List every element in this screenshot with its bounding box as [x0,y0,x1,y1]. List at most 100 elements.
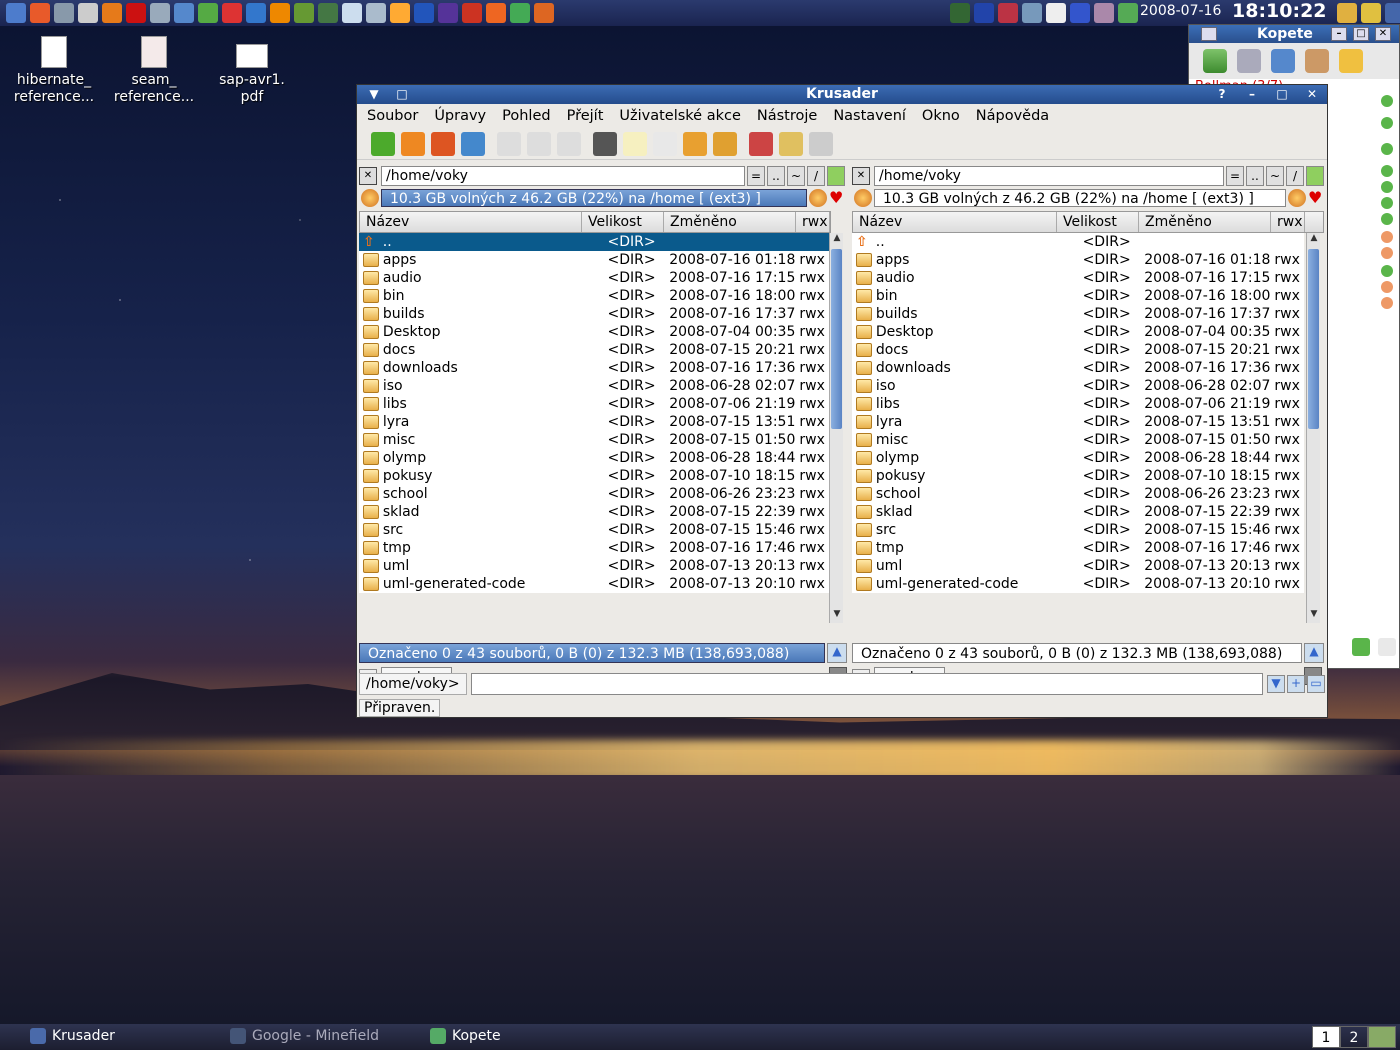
close-panel-icon[interactable]: ✕ [852,167,870,185]
desktop-icon-seam-reference[interactable]: seam_ reference... [104,36,204,106]
clock-time[interactable]: 18:10:22 [1232,0,1327,22]
penguin-icon[interactable] [486,3,506,23]
col-modified[interactable]: Změněno [1139,212,1271,232]
search-icon[interactable] [593,131,617,156]
file-row[interactable]: pokusy <DIR> 2008-07-10 18:15 rwx [359,467,829,485]
tray-battery-icon[interactable] [974,3,994,23]
help-button[interactable]: ? [1211,87,1233,101]
file-row[interactable]: builds <DIR> 2008-07-16 17:37 rwx [852,305,1304,323]
logout-icon[interactable] [1385,3,1400,23]
phone-icon[interactable] [222,3,242,23]
col-name[interactable]: Název [360,212,582,232]
col-size[interactable]: Velikost [582,212,664,232]
menu-nastroje[interactable]: Nástroje [757,108,817,124]
file-row[interactable]: Desktop <DIR> 2008-07-04 00:35 rwx [852,323,1304,341]
file-row[interactable]: libs <DIR> 2008-07-06 21:19 rwx [852,395,1304,413]
file-row[interactable]: pokusy <DIR> 2008-07-10 18:15 rwx [852,467,1304,485]
disk-usage-icon[interactable] [854,189,872,207]
disk-usage-icon[interactable] [361,189,379,207]
notes-icon[interactable] [342,3,362,23]
file-row[interactable]: lyra <DIR> 2008-07-15 13:51 rwx [359,413,829,431]
file-row[interactable]: uml <DIR> 2008-07-13 20:13 rwx [359,557,829,575]
game-icon[interactable] [462,3,482,23]
desktop-icon[interactable] [54,3,74,23]
root-dir-button[interactable]: / [807,166,825,186]
add-contact-icon[interactable] [1271,49,1295,73]
keyboard-lock-icon[interactable] [1337,3,1357,23]
opera-icon[interactable] [126,3,146,23]
sticky-button[interactable]: □ [391,87,413,101]
root-dir-button[interactable]: / [1286,166,1304,186]
compare-button[interactable]: = [1226,166,1244,186]
detailed-view-icon[interactable] [497,131,521,156]
firefox-icon[interactable] [102,3,122,23]
vertical-scrollbar[interactable]: ▲ ▼ [1306,233,1320,623]
menu-nastaveni[interactable]: Nastavení [833,108,906,124]
sync-icon[interactable] [779,131,803,156]
file-row[interactable]: downloads <DIR> 2008-07-16 17:36 rwx [359,359,829,377]
maximize-button[interactable]: □ [1271,87,1293,101]
file-row[interactable]: iso <DIR> 2008-06-28 02:07 rwx [852,377,1304,395]
terminal-emulator-icon[interactable]: ▭ [1307,675,1325,693]
file-row[interactable]: ⇧.. <DIR> [852,233,1304,251]
close-panel-icon[interactable]: ✕ [359,167,377,185]
file-row[interactable]: apps <DIR> 2008-07-16 01:18 rwx [359,251,829,269]
refresh-icon[interactable] [461,131,485,156]
file-row[interactable]: misc <DIR> 2008-07-15 01:50 rwx [852,431,1304,449]
home-dir-button[interactable]: ~ [787,166,805,186]
bookmarks-heart-icon[interactable]: ♥ [829,189,847,207]
tray-status-icon[interactable] [950,3,970,23]
editor-icon[interactable] [150,3,170,23]
file-row[interactable]: apps <DIR> 2008-07-16 01:18 rwx [852,251,1304,269]
status-icon[interactable] [1203,49,1227,73]
update-icon[interactable] [510,3,530,23]
compare-button[interactable]: = [747,166,765,186]
sync-panel-icon[interactable] [827,166,845,186]
tray-network-icon[interactable] [1022,3,1042,23]
popup-panel-icon[interactable]: ▲ [1304,643,1324,663]
history-icon[interactable] [1288,189,1306,207]
menu-pohled[interactable]: Pohled [502,108,550,124]
file-row[interactable]: olymp <DIR> 2008-06-28 18:44 rwx [359,449,829,467]
scroll-down-icon[interactable]: ▼ [1308,609,1320,623]
us-flag-icon[interactable] [998,3,1018,23]
menu-prejit[interactable]: Přejít [567,108,604,124]
package-icon[interactable] [534,3,554,23]
home-icon[interactable] [30,3,50,23]
kopete-minimize-button[interactable]: – [1330,27,1347,41]
window-menu-icon[interactable]: ▼ [363,87,385,101]
kopete-help-icon[interactable] [1378,638,1396,656]
kopete-menu-button[interactable] [1201,27,1217,41]
desktop-icon-sap-avr1[interactable]: sap-avr1. pdf [202,36,302,106]
new-file-icon[interactable] [623,131,647,156]
file-row[interactable]: Desktop <DIR> 2008-07-04 00:35 rwx [359,323,829,341]
path-input[interactable]: /home/voky [381,166,745,186]
vertical-scrollbar[interactable]: ▲ ▼ [829,233,843,623]
pack-icon[interactable] [683,131,707,156]
contacts-icon[interactable] [1305,49,1329,73]
kopete-online-icon[interactable] [1352,638,1370,656]
menu-upravy[interactable]: Úpravy [434,108,486,124]
settings-icon[interactable] [1237,49,1261,73]
brief-view-icon[interactable] [527,131,551,156]
kopete-tray-icon[interactable] [1118,3,1138,23]
col-modified[interactable]: Změněno [664,212,796,232]
path-input[interactable]: /home/voky [874,166,1224,186]
file-row[interactable]: iso <DIR> 2008-06-28 02:07 rwx [359,377,829,395]
browser-icon[interactable] [246,3,266,23]
menu-okno[interactable]: Okno [922,108,960,124]
file-row[interactable]: sklad <DIR> 2008-07-15 22:39 rwx [852,503,1304,521]
trash-icon[interactable] [1368,1026,1396,1048]
task-kopete[interactable]: Kopete [430,1028,501,1044]
back-icon[interactable] [371,131,395,156]
popup-panel-icon[interactable]: ▲ [827,643,847,663]
file-row[interactable]: src <DIR> 2008-07-15 15:46 rwx [359,521,829,539]
scroll-up-icon[interactable]: ▲ [831,233,843,247]
up-icon[interactable] [401,131,425,156]
desktop-icon-hibernate-reference[interactable]: hibernate_ reference... [4,36,104,106]
file-row[interactable]: school <DIR> 2008-06-26 23:23 rwx [852,485,1304,503]
menu-soubor[interactable]: Soubor [367,108,418,124]
task-minefield[interactable]: Google - Minefield [230,1028,379,1044]
network-icon[interactable] [174,3,194,23]
kopete-maximize-button[interactable]: □ [1352,27,1369,41]
